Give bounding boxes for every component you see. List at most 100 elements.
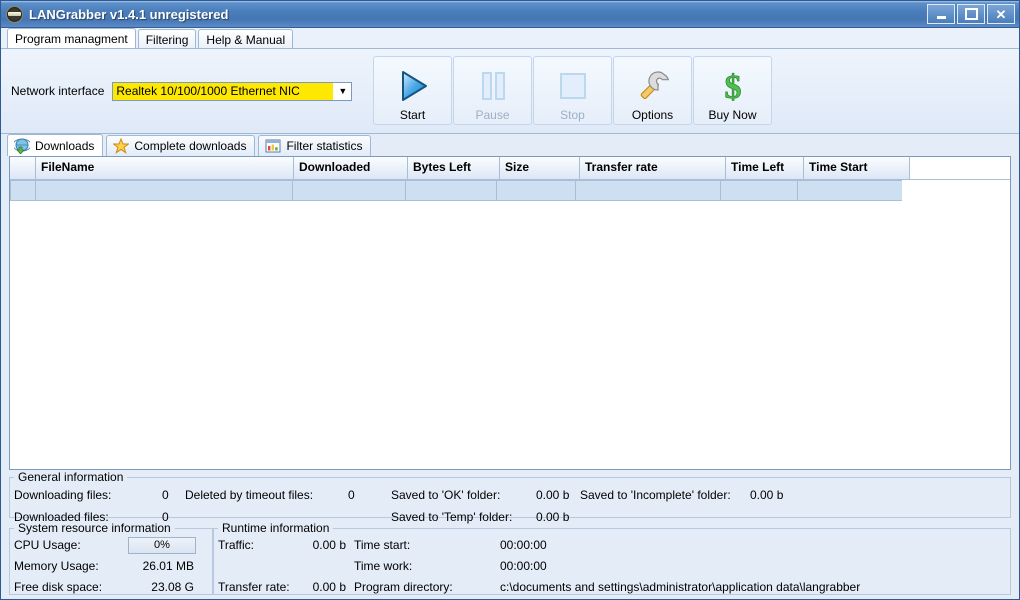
minimize-icon	[936, 15, 946, 19]
menu-tab-help-manual[interactable]: Help & Manual	[198, 29, 294, 48]
lower-panels-row: System resource information CPU Usage: 0…	[9, 521, 1011, 595]
network-interface-value: Realtek 10/100/1000 Ethernet NIC	[113, 82, 335, 100]
table-cell-downloaded	[292, 180, 406, 201]
star-icon	[112, 137, 131, 154]
app-logo-icon	[6, 5, 23, 23]
table-header-size[interactable]: Size	[500, 157, 580, 179]
window-controls: ✕	[927, 4, 1015, 24]
cpu-usage-label: CPU Usage:	[14, 538, 81, 552]
table-cell-filename	[35, 180, 293, 201]
memory-usage-label: Memory Usage:	[14, 559, 99, 573]
menu-tab-program-managment[interactable]: Program managment	[7, 28, 136, 48]
play-icon	[396, 66, 430, 106]
stop-icon	[556, 66, 590, 106]
system-resource-legend: System resource information	[18, 521, 171, 535]
general-information-panel: General information Downloading files: 0…	[9, 470, 1011, 524]
window-title: LANGrabber v1.4.1 unregistered	[29, 6, 229, 22]
table-cell-filler	[902, 180, 1010, 201]
free-disk-space-label: Free disk space:	[14, 580, 103, 594]
svg-text:$: $	[724, 69, 741, 103]
saved-incomplete-value: 0.00 b	[750, 488, 784, 502]
buy-now-button[interactable]: $ Buy Now	[693, 56, 772, 125]
stop-button-label: Stop	[560, 108, 585, 122]
status-panels: General information Downloading files: 0…	[1, 470, 1019, 599]
bar-chart-icon	[265, 138, 281, 154]
pause-icon	[476, 66, 510, 106]
table-cell-time-left	[720, 180, 798, 201]
table-header-bytes-left[interactable]: Bytes Left	[408, 157, 500, 179]
system-resource-panel: System resource information CPU Usage: 0…	[9, 521, 213, 595]
tab-filter-statistics[interactable]: Filter statistics	[258, 135, 372, 156]
transfer-rate-value: 0.00 b	[312, 580, 346, 594]
menu-tab-bar: Program managment Filtering Help & Manua…	[1, 28, 1019, 49]
program-directory-label: Program directory:	[354, 580, 453, 594]
wrench-icon	[635, 66, 671, 106]
deleted-by-timeout-label: Deleted by timeout files:	[185, 488, 314, 502]
tab-complete-downloads[interactable]: Complete downloads	[106, 135, 256, 156]
minimize-button[interactable]	[927, 4, 955, 24]
table-header-time-left[interactable]: Time Left	[726, 157, 804, 179]
table-cell-transfer-rate	[575, 180, 721, 201]
downloading-files-label: Downloading files:	[14, 488, 112, 502]
buy-now-button-label: Buy Now	[708, 108, 757, 122]
network-interface-select[interactable]: Realtek 10/100/1000 Ethernet NIC ▼	[112, 81, 353, 101]
table-row[interactable]	[10, 180, 1010, 201]
general-information-legend: General information	[18, 470, 124, 484]
table-header-selector[interactable]	[10, 157, 36, 179]
tab-downloads[interactable]: Downloads	[7, 134, 104, 156]
table-cell-bytes-left	[405, 180, 497, 201]
traffic-label: Traffic:	[218, 538, 255, 552]
network-interface-group: Network interface Realtek 10/100/1000 Et…	[11, 81, 353, 101]
content-tab-bar: Downloads Complete downloads Filter stat…	[1, 134, 1019, 156]
program-directory-value: c:\documents and settings\administrator\…	[500, 580, 861, 594]
downloads-table: FileName Downloaded Bytes Left Size Tran…	[9, 156, 1011, 470]
title-bar: LANGrabber v1.4.1 unregistered ✕	[1, 1, 1019, 28]
maximize-icon	[964, 8, 978, 20]
runtime-information-panel: Runtime information Traffic: 0.00 b Tran…	[213, 521, 1011, 595]
tab-complete-downloads-label: Complete downloads	[134, 139, 247, 153]
globe-download-icon	[12, 138, 32, 155]
deleted-by-timeout-value: 0	[348, 488, 355, 502]
maximize-button[interactable]	[957, 4, 985, 24]
downloading-files-value: 0	[162, 488, 169, 502]
cpu-usage-bar: 0%	[128, 537, 196, 554]
start-button-label: Start	[399, 108, 426, 122]
table-header-downloaded[interactable]: Downloaded	[294, 157, 408, 179]
saved-ok-label: Saved to 'OK' folder:	[391, 488, 501, 502]
table-cell-size	[496, 180, 576, 201]
close-icon: ✕	[995, 6, 1007, 22]
dollar-icon: $	[716, 66, 750, 106]
free-disk-space-value: 23.08 G	[151, 580, 194, 594]
table-header-row: FileName Downloaded Bytes Left Size Tran…	[10, 157, 1010, 180]
pause-button[interactable]: Pause	[453, 56, 532, 125]
table-header-time-start[interactable]: Time Start	[804, 157, 910, 179]
saved-incomplete-label: Saved to 'Incomplete' folder:	[580, 488, 731, 502]
table-header-transfer-rate[interactable]: Transfer rate	[580, 157, 726, 179]
pause-button-label: Pause	[475, 108, 510, 122]
table-header-filler	[910, 157, 1010, 179]
start-button[interactable]: Start	[373, 56, 452, 125]
menu-tab-filtering[interactable]: Filtering	[137, 29, 197, 48]
options-button[interactable]: Options	[613, 56, 692, 125]
network-interface-label: Network interface	[11, 84, 105, 98]
memory-usage-value: 26.01 MB	[142, 559, 194, 573]
table-cell-selector	[10, 180, 36, 201]
runtime-information-legend: Runtime information	[222, 521, 330, 535]
chevron-down-icon: ▼	[334, 82, 352, 100]
time-work-label: Time work:	[354, 559, 413, 573]
stop-button[interactable]: Stop	[533, 56, 612, 125]
application-window: LANGrabber v1.4.1 unregistered ✕ Program…	[0, 0, 1020, 600]
toolbar-buttons: Start Pause Stop Options $ Buy Now	[373, 56, 773, 125]
table-cell-time-start	[797, 180, 903, 201]
table-header-filename[interactable]: FileName	[36, 157, 294, 179]
tab-filter-statistics-label: Filter statistics	[286, 139, 363, 153]
close-button[interactable]: ✕	[987, 4, 1015, 24]
toolbar: Network interface Realtek 10/100/1000 Et…	[1, 49, 1019, 134]
options-button-label: Options	[631, 108, 674, 122]
saved-ok-value: 0.00 b	[536, 488, 570, 502]
time-start-label: Time start:	[354, 538, 411, 552]
traffic-value: 0.00 b	[312, 538, 346, 552]
time-work-value: 00:00:00	[500, 559, 547, 573]
time-start-value: 00:00:00	[500, 538, 547, 552]
tab-downloads-label: Downloads	[35, 138, 95, 153]
